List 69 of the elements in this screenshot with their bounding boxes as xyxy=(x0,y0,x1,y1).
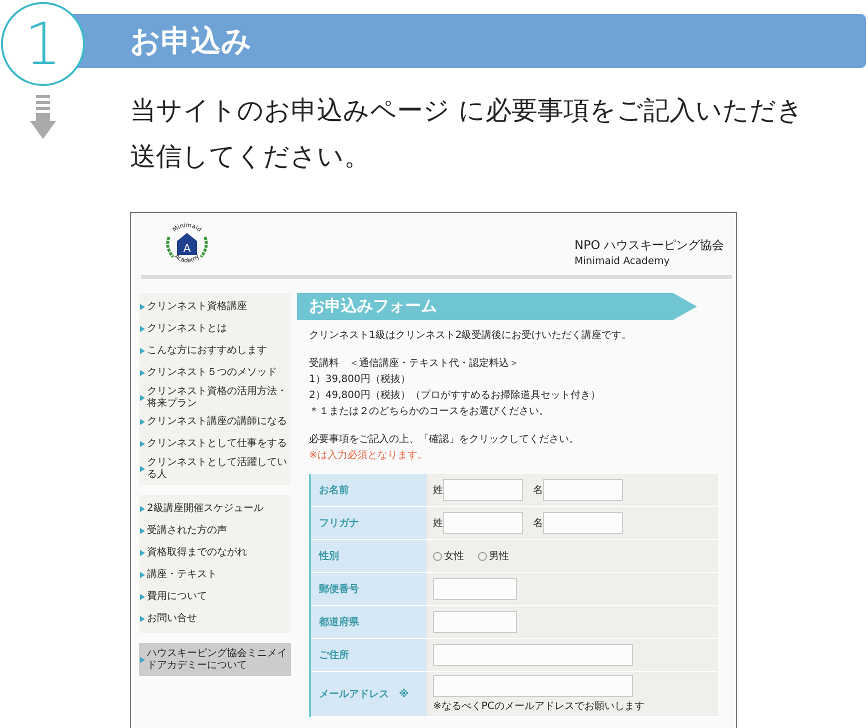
laurel-icon xyxy=(166,236,174,258)
fee-line: 2）49,800円（税抜）（プロがすすめるお掃除道具セット付き） xyxy=(309,388,602,403)
input-field[interactable] xyxy=(543,512,623,534)
sidebar-link[interactable]: 費用について xyxy=(139,586,291,608)
intro-text: クリンネスト1級はクリンネスト2級受講後にお受けいただく講座です。 xyxy=(309,328,633,343)
form-label: メールアドレス ※ xyxy=(311,672,427,716)
triangle-bullet-icon xyxy=(140,550,145,556)
sidebar-link[interactable]: 資格取得までのながれ xyxy=(139,542,291,564)
step-description: 当サイトのお申込みページ に必要事項をご記入いただき 送信してください。 xyxy=(130,95,804,174)
field-note: ※なるべくPCのメールアドレスでお願いします xyxy=(433,700,644,713)
triangle-bullet-icon xyxy=(140,326,145,332)
triangle-bullet-icon xyxy=(140,304,145,310)
form-label: お名前 xyxy=(311,474,427,506)
triangle-bullet-icon xyxy=(140,506,145,512)
sidebar-link[interactable]: ハウスキーピング協会ミニメイドアカデミーについて xyxy=(139,646,291,673)
house-icon xyxy=(177,233,197,255)
input-field[interactable] xyxy=(433,578,517,600)
fee-line: ＊１または２のどちらかのコースをお選びください。 xyxy=(309,405,550,419)
sidebar-link[interactable]: クリンネストとは xyxy=(139,318,291,340)
triangle-bullet-icon xyxy=(140,616,145,622)
required-note: ※は入力必須となります。 xyxy=(309,448,428,463)
input-field[interactable] xyxy=(443,479,523,501)
logo-letter: A xyxy=(183,242,191,255)
site-subtitle: Minimaid Academy xyxy=(574,256,670,267)
form-label: 都道府県 xyxy=(311,606,427,638)
form-title-banner: お申込みフォーム xyxy=(297,293,697,320)
radio-option[interactable]: 女性 xyxy=(433,549,464,563)
sidebar-link[interactable]: クリンネスト資格の活用方法・将来プラン xyxy=(139,384,291,411)
step-number: 1 xyxy=(1,2,85,86)
field-label: 名 xyxy=(533,484,543,497)
laurel-icon xyxy=(200,236,208,258)
sidebar-link[interactable]: クリンネストとして仕事をする xyxy=(139,433,291,455)
field-label: 姓 xyxy=(433,484,443,497)
step-title: お申込み xyxy=(70,14,866,68)
sidebar-link[interactable]: こんな方におすすめします xyxy=(139,340,291,362)
input-field[interactable] xyxy=(443,512,523,534)
triangle-bullet-icon xyxy=(140,528,145,534)
input-field[interactable] xyxy=(543,479,623,501)
triangle-bullet-icon xyxy=(140,441,145,447)
sidebar-link[interactable]: お問い合せ xyxy=(139,608,291,630)
triangle-bullet-icon xyxy=(140,466,145,472)
triangle-bullet-icon xyxy=(140,370,145,376)
sidebar-link[interactable]: クリンネストとして活躍している人 xyxy=(139,455,291,482)
field-label: 名 xyxy=(533,517,543,530)
triangle-bullet-icon xyxy=(140,594,145,600)
form-label: 性別 xyxy=(311,540,427,572)
sidebar-link[interactable]: 2級講座開催スケジュール xyxy=(139,498,291,520)
triangle-bullet-icon xyxy=(140,572,145,578)
input-field[interactable] xyxy=(433,675,633,697)
radio-option[interactable]: 男性 xyxy=(478,549,509,563)
input-field[interactable] xyxy=(433,611,517,633)
fee-line: 1）39,800円（税抜） xyxy=(309,372,412,387)
input-field[interactable] xyxy=(433,644,633,666)
sidebar-link[interactable]: クリンネスト５つのメソッド xyxy=(139,362,291,384)
sidebar-link[interactable]: クリンネスト講座の講師になる xyxy=(139,411,291,433)
triangle-bullet-icon xyxy=(140,419,145,425)
site-title: NPO ハウスキーピング協会 xyxy=(574,237,724,254)
form-label: フリガナ xyxy=(311,507,427,539)
form-label: ご住所 xyxy=(311,639,427,671)
triangle-bullet-icon xyxy=(140,656,145,662)
sidebar-link[interactable]: クリンネスト資格講座 xyxy=(139,296,291,318)
instruction-text: 必要事項をご記入の上、「確認」をクリックしてください。 xyxy=(309,432,580,447)
triangle-bullet-icon xyxy=(140,348,145,354)
fee-line: 受講料 ＜通信講座・テキスト代・認定料込＞ xyxy=(309,356,520,371)
form-label: 郵便番号 xyxy=(311,573,427,605)
sidebar-link[interactable]: 受講された方の声 xyxy=(139,520,291,542)
sidebar-link[interactable]: 講座・テキスト xyxy=(139,564,291,586)
field-label: 姓 xyxy=(433,517,443,530)
triangle-bullet-icon xyxy=(140,394,145,400)
